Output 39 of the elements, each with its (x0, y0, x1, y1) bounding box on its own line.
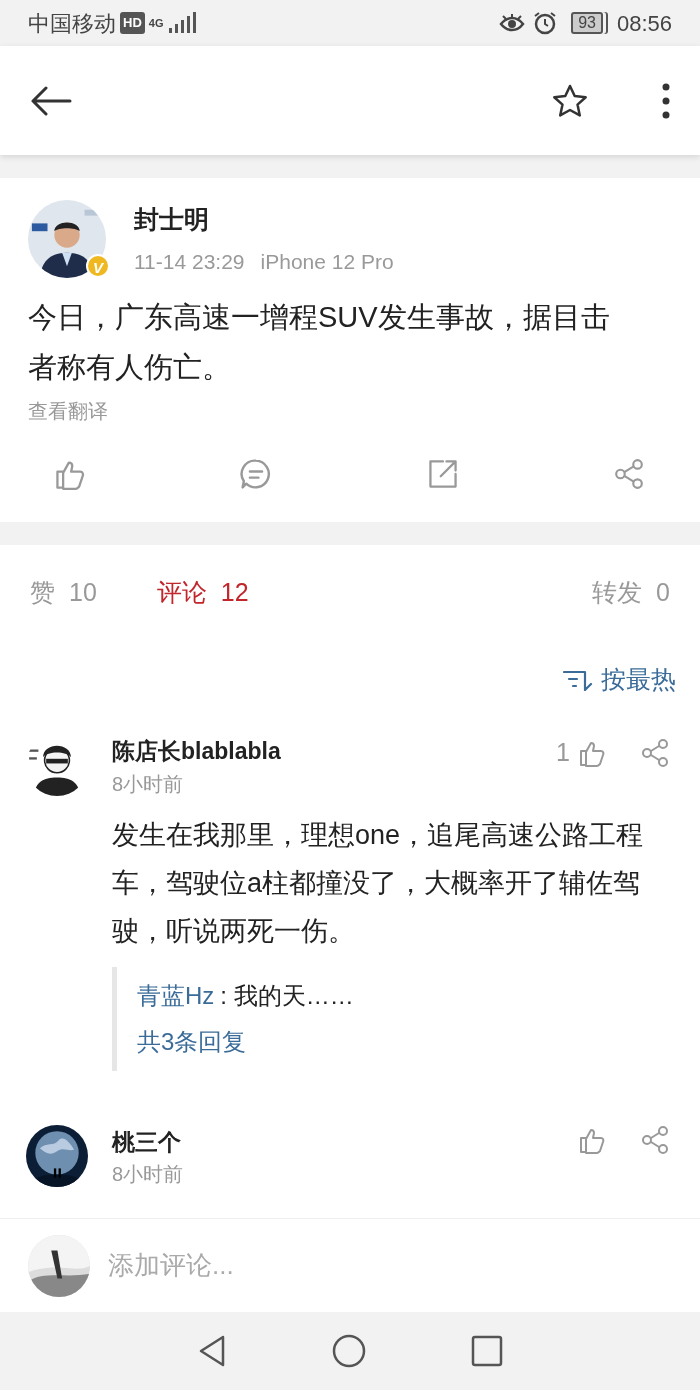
star-icon[interactable] (552, 83, 588, 118)
post-text: 今日，广东高速一增程SUV发生事故，据目击者称有人伤亡。 (28, 300, 611, 385)
commenter-name[interactable]: 陈店长blablabla (112, 734, 281, 769)
share-icon[interactable] (612, 458, 646, 490)
hd-indicator: HD (120, 12, 145, 34)
more-replies-link[interactable]: 共3条回复 (137, 1018, 650, 1065)
eye-icon (499, 13, 526, 33)
post-device: iPhone 12 Pro (260, 249, 394, 275)
back-arrow-icon (30, 85, 72, 116)
stat-tab[interactable]: 转发 0 (592, 573, 670, 612)
comment-time: 8小时前 (112, 771, 185, 797)
sort-option[interactable]: 按最热 (601, 661, 676, 699)
back-icon[interactable] (197, 1334, 227, 1368)
commenter-name[interactable]: 桃三个 (112, 1124, 184, 1159)
share-icon[interactable] (640, 1124, 670, 1155)
reply-text: : 我的天…… (220, 980, 354, 1011)
stat-tab[interactable]: 赞 10 (30, 573, 97, 612)
comment-input[interactable]: 添加评论... (106, 1245, 556, 1286)
comment-text: 发生在我那里，理想one，追尾高速公路工程车，驾驶位a柱都撞没了，大概率开了辅佐驾驶，听说两死一伤。 (112, 818, 645, 948)
stat-tab[interactable]: 评论 12 (156, 573, 249, 612)
like-count: 1 (556, 737, 570, 768)
repost-icon[interactable] (426, 458, 459, 490)
alarm-icon (533, 11, 558, 35)
comment-time: 8小时前 (112, 1162, 184, 1187)
recents-icon[interactable] (471, 1335, 503, 1367)
verified-badge: V (86, 254, 110, 278)
post-time: 11-14 23:29 (134, 249, 245, 275)
home-icon[interactable] (332, 1334, 366, 1368)
network-type: 4G (148, 15, 164, 31)
reply-author[interactable]: 青蓝Hz (137, 972, 215, 1019)
author-name[interactable]: 封士明 (134, 200, 394, 238)
carrier-name: 中国移动 (28, 9, 116, 38)
back-button[interactable] (30, 85, 72, 116)
signal-icon (167, 12, 198, 34)
share-icon[interactable] (640, 737, 670, 768)
clock-time: 08:56 (616, 9, 672, 38)
translate-link[interactable]: 查看翻译 (28, 396, 672, 426)
more-icon[interactable] (662, 82, 670, 119)
sort-icon (563, 669, 593, 691)
